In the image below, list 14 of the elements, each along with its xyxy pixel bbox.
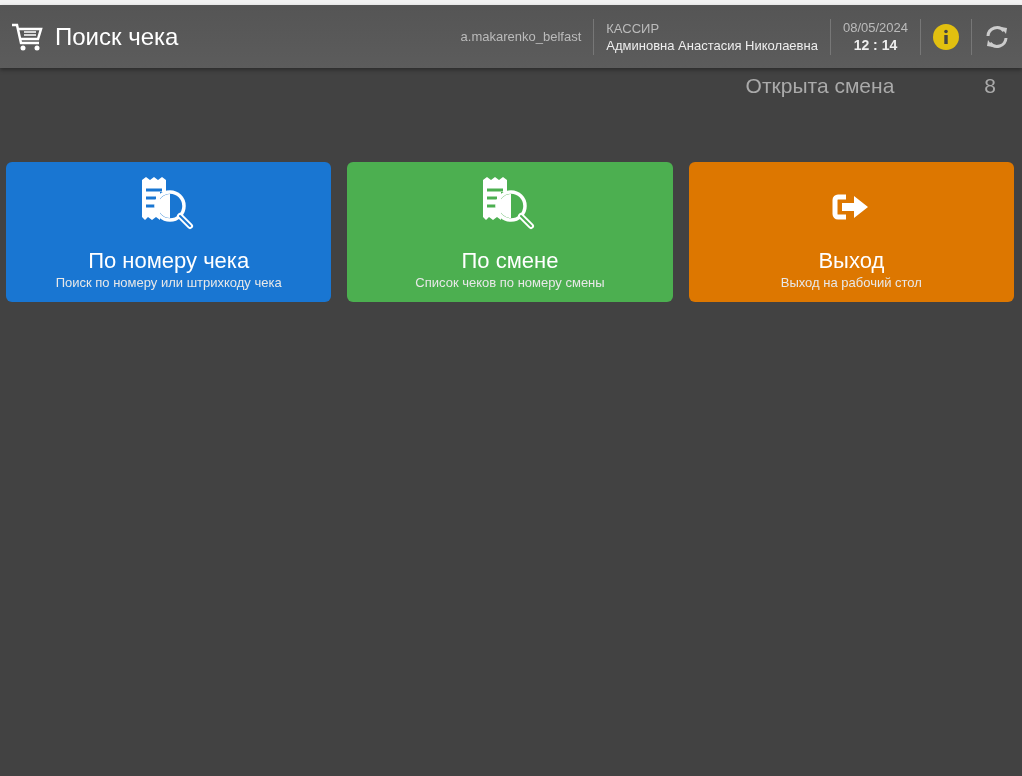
user-login: a.makarenko_belfast <box>459 29 583 44</box>
refresh-icon <box>984 23 1010 50</box>
info-icon <box>933 23 959 50</box>
shift-number: 8 <box>984 74 996 98</box>
shopping-cart-icon <box>11 21 45 52</box>
date-text: 08/05/2024 <box>842 20 908 35</box>
action-card[interactable]: По номеру чека Поиск по номеру или штрихкоду чека <box>6 162 332 302</box>
action-card[interactable]: Выход Выход на рабочий стол <box>688 162 1014 302</box>
user-name: Админовна Анастасия Николаевна <box>606 37 818 53</box>
time-text: 12 : 14 <box>853 37 898 53</box>
shift-status: Открыта смена <box>745 74 895 98</box>
user-role: КАССИР <box>606 20 661 36</box>
action-card[interactable]: По смене Список чеков по номеру смены <box>347 162 673 302</box>
page-title: Поиск чека <box>55 22 180 51</box>
